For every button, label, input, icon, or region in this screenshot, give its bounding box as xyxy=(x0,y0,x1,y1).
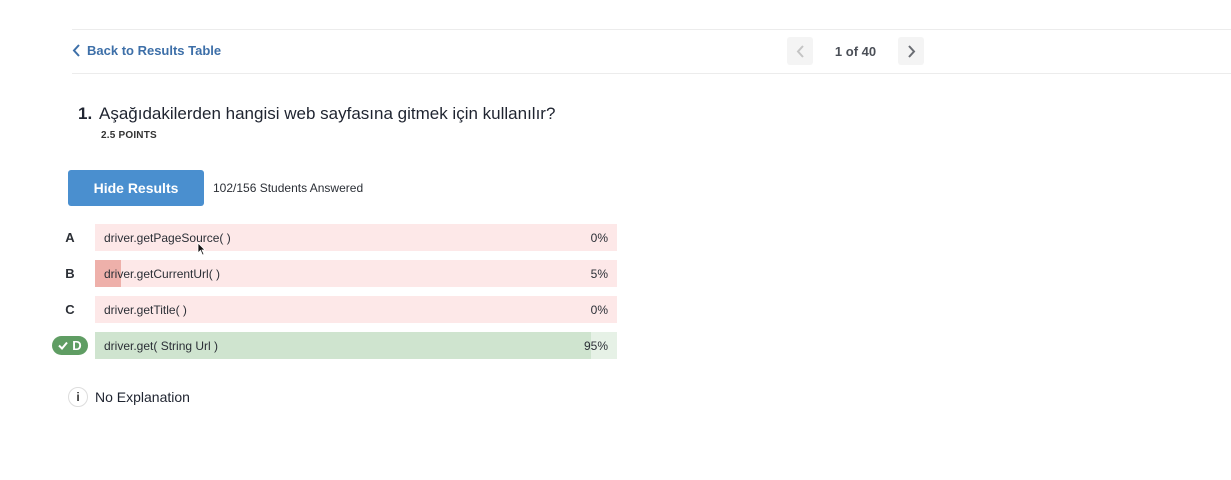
back-link-label: Back to Results Table xyxy=(87,43,222,58)
option-letter: D xyxy=(72,338,82,353)
option-result-bar[interactable]: driver.getPageSource( ) 0% xyxy=(95,224,617,251)
chevron-right-icon xyxy=(907,44,915,58)
option-percent: 0% xyxy=(590,302,608,317)
option-text: driver.getPageSource( ) xyxy=(104,230,231,245)
option-text: driver.get( String Url ) xyxy=(104,338,219,353)
option-text: driver.getTitle( ) xyxy=(104,302,187,317)
info-icon: i xyxy=(68,387,88,407)
option-result-bar[interactable]: driver.get( String Url ) 95% xyxy=(95,332,617,359)
option-a: A driver.getPageSource( ) 0% xyxy=(52,224,617,251)
pager-text: 1 of 40 xyxy=(834,43,877,59)
option-percent: 5% xyxy=(590,266,608,281)
top-divider xyxy=(72,29,1231,30)
correct-answer-badge: D xyxy=(52,336,88,355)
question-number: 1. xyxy=(78,104,93,123)
option-percent: 0% xyxy=(590,230,608,245)
back-to-results-link[interactable]: Back to Results Table xyxy=(72,43,221,58)
question-text: Aşağıdakilerden hangisi web sayfasına gi… xyxy=(99,104,556,123)
header-divider xyxy=(72,73,1231,74)
option-b: B driver.getCurrentUrl( ) 5% xyxy=(52,260,617,287)
mouse-cursor-icon xyxy=(197,242,206,256)
option-d: D driver.get( String Url ) 95% xyxy=(52,332,617,359)
option-text: driver.getCurrentUrl( ) xyxy=(104,266,221,281)
option-result-bar[interactable]: driver.getTitle( ) 0% xyxy=(95,296,617,323)
option-result-bar[interactable]: driver.getCurrentUrl( ) 5% xyxy=(95,260,617,287)
option-c: C driver.getTitle( ) 0% xyxy=(52,296,617,323)
check-icon xyxy=(58,341,69,350)
explanation-text: No Explanation xyxy=(95,389,190,405)
option-letter: B xyxy=(65,266,75,281)
chevron-left-icon xyxy=(796,44,804,58)
option-percent: 95% xyxy=(583,338,608,353)
option-letter: A xyxy=(65,230,75,245)
option-letter: C xyxy=(65,302,75,317)
next-question-button[interactable] xyxy=(898,37,924,65)
previous-question-button[interactable] xyxy=(787,37,813,65)
students-answered-count: 102/156 Students Answered xyxy=(213,181,364,195)
question-points: 2.5 POINTS xyxy=(101,130,157,141)
chevron-left-icon xyxy=(72,44,80,57)
hide-results-button[interactable]: Hide Results xyxy=(68,170,204,206)
question-pager: 1 of 40 xyxy=(787,37,924,65)
